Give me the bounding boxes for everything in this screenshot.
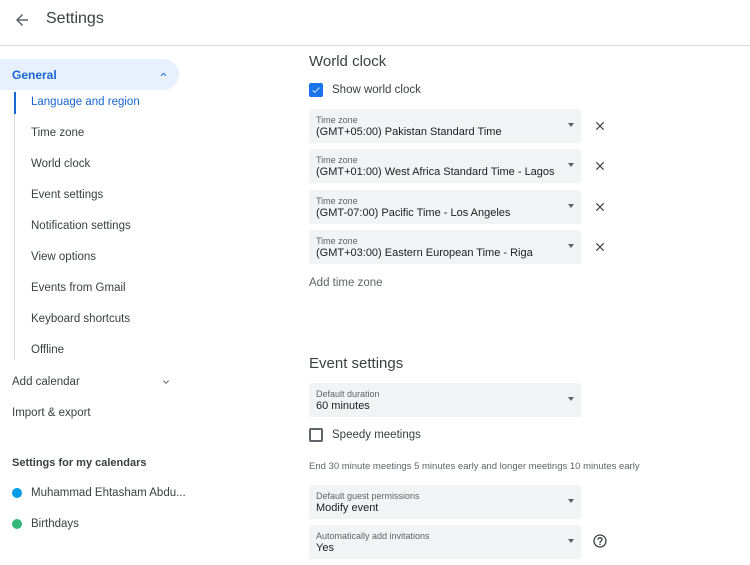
field-value: Modify event [316, 502, 379, 514]
remove-time-zone-button[interactable] [592, 239, 608, 255]
close-icon [595, 161, 605, 171]
sidebar-item-offline[interactable]: Offline [31, 344, 64, 356]
calendar-item[interactable]: Birthdays [12, 518, 79, 530]
dropdown-caret-icon [568, 397, 574, 401]
sidebar: General Language and region Time zone Wo… [0, 46, 200, 565]
close-icon [595, 121, 605, 131]
speedy-meetings-checkbox[interactable]: Speedy meetings [309, 428, 421, 442]
sidebar-item-add-calendar[interactable]: Add calendar [12, 376, 80, 388]
time-zone-select[interactable]: Time zone (GMT-07:00) Pacific Time - Los… [309, 190, 581, 224]
calendar-item[interactable]: Muhammad Ehtasham Abdu... [12, 487, 186, 499]
time-zone-select[interactable]: Time zone (GMT+03:00) Eastern European T… [309, 230, 581, 264]
dropdown-caret-icon [568, 204, 574, 208]
time-zone-select[interactable]: Time zone (GMT+05:00) Pakistan Standard … [309, 109, 581, 143]
world-clock-heading: World clock [309, 53, 387, 70]
help-button[interactable] [592, 533, 608, 549]
time-zone-select[interactable]: Time zone (GMT+01:00) West Africa Standa… [309, 149, 581, 183]
sidebar-item-general[interactable]: General [0, 59, 179, 90]
speedy-meetings-hint: End 30 minute meetings 5 minutes early a… [309, 461, 640, 472]
settings-main: World clock Show world clock Time zone (… [300, 46, 750, 565]
back-button[interactable] [10, 8, 34, 32]
sidebar-item-general-label: General [12, 67, 57, 82]
chevron-down-icon[interactable] [160, 376, 172, 388]
sidebar-item-keyboard-shortcuts[interactable]: Keyboard shortcuts [31, 313, 130, 325]
arrow-back-icon [16, 14, 28, 26]
checkbox-unchecked[interactable] [309, 428, 323, 442]
field-label: Time zone [316, 196, 358, 206]
checkbox-checked[interactable] [309, 83, 323, 97]
remove-time-zone-button[interactable] [592, 158, 608, 174]
field-value: (GMT+05:00) Pakistan Standard Time [316, 126, 502, 138]
auto-invitations-select[interactable]: Automatically add invitations Yes [309, 525, 581, 559]
sidebar-item-time-zone[interactable]: Time zone [31, 127, 84, 139]
field-value: (GMT-07:00) Pacific Time - Los Angeles [316, 207, 511, 219]
event-settings-heading: Event settings [309, 355, 404, 372]
sidebar-item-events-from-gmail[interactable]: Events from Gmail [31, 282, 126, 294]
dropdown-caret-icon [568, 539, 574, 543]
field-value: 60 minutes [316, 400, 370, 412]
remove-time-zone-button[interactable] [592, 118, 608, 134]
dropdown-caret-icon [568, 499, 574, 503]
add-time-zone-button[interactable]: Add time zone [309, 277, 383, 289]
field-label: Time zone [316, 115, 358, 125]
app-header: Settings [0, 0, 750, 46]
show-world-clock-checkbox[interactable]: Show world clock [309, 83, 421, 97]
field-label: Automatically add invitations [316, 531, 430, 541]
dropdown-caret-icon [568, 123, 574, 127]
dropdown-caret-icon [568, 163, 574, 167]
field-value: (GMT+01:00) West Africa Standard Time - … [316, 166, 555, 178]
calendar-color-dot [12, 519, 22, 529]
sidebar-item-language-region[interactable]: Language and region [31, 96, 140, 108]
active-indicator [14, 92, 16, 114]
sidebar-item-view-options[interactable]: View options [31, 251, 96, 263]
calendar-name: Birthdays [31, 518, 79, 530]
default-duration-select[interactable]: Default duration 60 minutes [309, 383, 581, 417]
close-icon [595, 202, 605, 212]
field-label: Default guest permissions [316, 491, 420, 501]
calendar-name: Muhammad Ehtasham Abdu... [31, 487, 186, 499]
close-icon [595, 242, 605, 252]
help-icon [593, 534, 607, 548]
calendar-color-dot [12, 488, 22, 498]
speedy-meetings-label: Speedy meetings [332, 429, 421, 441]
remove-time-zone-button[interactable] [592, 199, 608, 215]
guest-permissions-select[interactable]: Default guest permissions Modify event [309, 485, 581, 519]
field-label: Time zone [316, 236, 358, 246]
field-value: Yes [316, 542, 334, 554]
sidebar-item-event-settings[interactable]: Event settings [31, 189, 103, 201]
check-icon [312, 87, 320, 93]
field-label: Default duration [316, 389, 380, 399]
field-value: (GMT+03:00) Eastern European Time - Riga [316, 247, 533, 259]
show-world-clock-label: Show world clock [332, 84, 421, 96]
subnav-divider [14, 92, 15, 360]
dropdown-caret-icon [568, 244, 574, 248]
sidebar-item-notification-settings[interactable]: Notification settings [31, 220, 131, 232]
page-title: Settings [46, 10, 104, 27]
sidebar-item-import-export[interactable]: Import & export [12, 407, 91, 419]
my-calendars-heading: Settings for my calendars [12, 457, 147, 469]
sidebar-item-world-clock[interactable]: World clock [31, 158, 90, 170]
chevron-up-icon[interactable] [158, 69, 169, 80]
field-label: Time zone [316, 155, 358, 165]
